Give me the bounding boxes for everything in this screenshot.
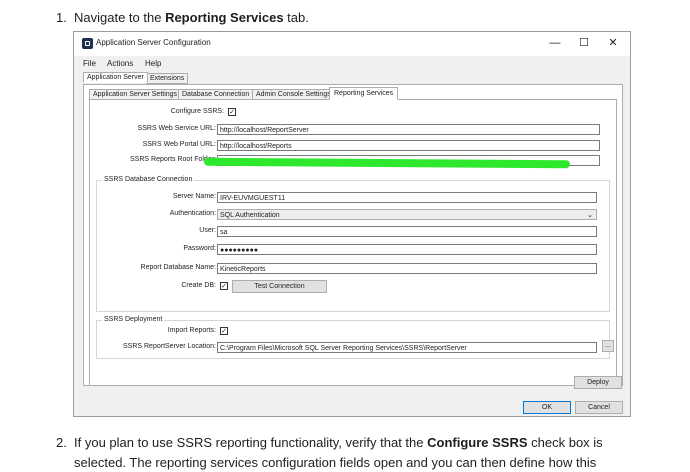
close-button[interactable]: ✕ (604, 36, 622, 50)
configure-ssrs-label: Configure SSRS: (170, 108, 224, 115)
deploy-button[interactable]: Deploy (574, 376, 622, 389)
step-text-part: If you plan to use SSRS reporting functi… (74, 435, 428, 450)
reportserver-location-input[interactable]: C:\Program Files\Microsoft SQL Server Re… (217, 342, 597, 353)
menu-file[interactable]: File (83, 59, 96, 68)
app-icon (82, 38, 93, 49)
minimize-button[interactable]: — (546, 36, 564, 50)
report-database-name-input[interactable]: KineticReports (217, 263, 597, 274)
menu-actions[interactable]: Actions (107, 59, 133, 68)
authentication-value: SQL Authentication (220, 212, 280, 219)
create-db-label: Create DB: (181, 282, 216, 289)
step-text-part: Navigate to the (74, 10, 166, 25)
tab-application-server[interactable]: Application Server (83, 72, 148, 83)
menu-help[interactable]: Help (145, 59, 161, 68)
ssrs-deployment-group-label: SSRS Deployment (102, 316, 165, 323)
reportserver-location-label: SSRS ReportServer Location: (123, 343, 216, 350)
step-number: 2. (56, 435, 67, 450)
server-name-input[interactable]: IRV-EUVMGUEST11 (217, 192, 597, 203)
web-portal-url-input[interactable]: http://localhost/Reports (217, 140, 600, 151)
cancel-button[interactable]: Cancel (575, 401, 623, 414)
configure-ssrs-checkbox[interactable]: ✓ (228, 108, 236, 116)
step-number: 1. (56, 10, 67, 25)
tab-extensions[interactable]: Extensions (146, 73, 189, 84)
browse-button[interactable]: ... (602, 340, 614, 352)
user-label: User: (199, 227, 216, 234)
import-reports-checkbox[interactable]: ✓ (220, 327, 228, 335)
chevron-down-icon: ⌄ (587, 212, 593, 219)
create-db-checkbox[interactable]: ✓ (220, 282, 228, 290)
ok-button[interactable]: OK (523, 401, 571, 414)
user-input[interactable]: sa (217, 226, 597, 237)
reporting-services-panel: Configure SSRS: ✓ SSRS Web Service URL: … (89, 99, 617, 386)
maximize-button[interactable]: ☐ (575, 36, 593, 50)
test-connection-button[interactable]: Test Connection (232, 280, 327, 293)
ssrs-database-group-label: SSRS Database Connection (102, 176, 195, 183)
step-text: Navigate to the Reporting Services tab. (74, 9, 309, 27)
web-service-url-input[interactable]: http://localhost/ReportServer (217, 124, 600, 135)
step-text: If you plan to use SSRS reporting functi… (74, 434, 603, 452)
tab-reporting-services[interactable]: Reporting Services (329, 87, 399, 100)
window-title: Application Server Configuration (96, 38, 211, 47)
password-label: Password: (183, 245, 216, 252)
import-reports-label: Import Reports: (167, 327, 216, 334)
title-bar: Application Server Configuration — ☐ ✕ (74, 32, 630, 56)
step-bold: Configure SSRS (427, 435, 528, 450)
step-bold: Reporting Services (165, 10, 284, 25)
ssrs-deployment-group (96, 320, 610, 359)
step-text: selected. The reporting services configu… (74, 455, 597, 470)
authentication-label: Authentication: (169, 210, 216, 217)
web-service-url-label: SSRS Web Service URL: (137, 125, 216, 132)
step-text-part: tab. (283, 10, 309, 25)
web-portal-url-label: SSRS Web Portal URL: (142, 141, 216, 148)
report-database-name-label: Report Database Name: (140, 264, 216, 271)
dialog-screenshot: Application Server Configuration — ☐ ✕ F… (73, 31, 631, 417)
menu-bar: File Actions Help (74, 56, 630, 72)
server-name-label: Server Name: (172, 193, 216, 200)
step-text-part: check box is (527, 435, 603, 450)
password-input[interactable]: ●●●●●●●●● (217, 244, 597, 255)
authentication-select[interactable]: SQL Authentication ⌄ (217, 209, 597, 220)
